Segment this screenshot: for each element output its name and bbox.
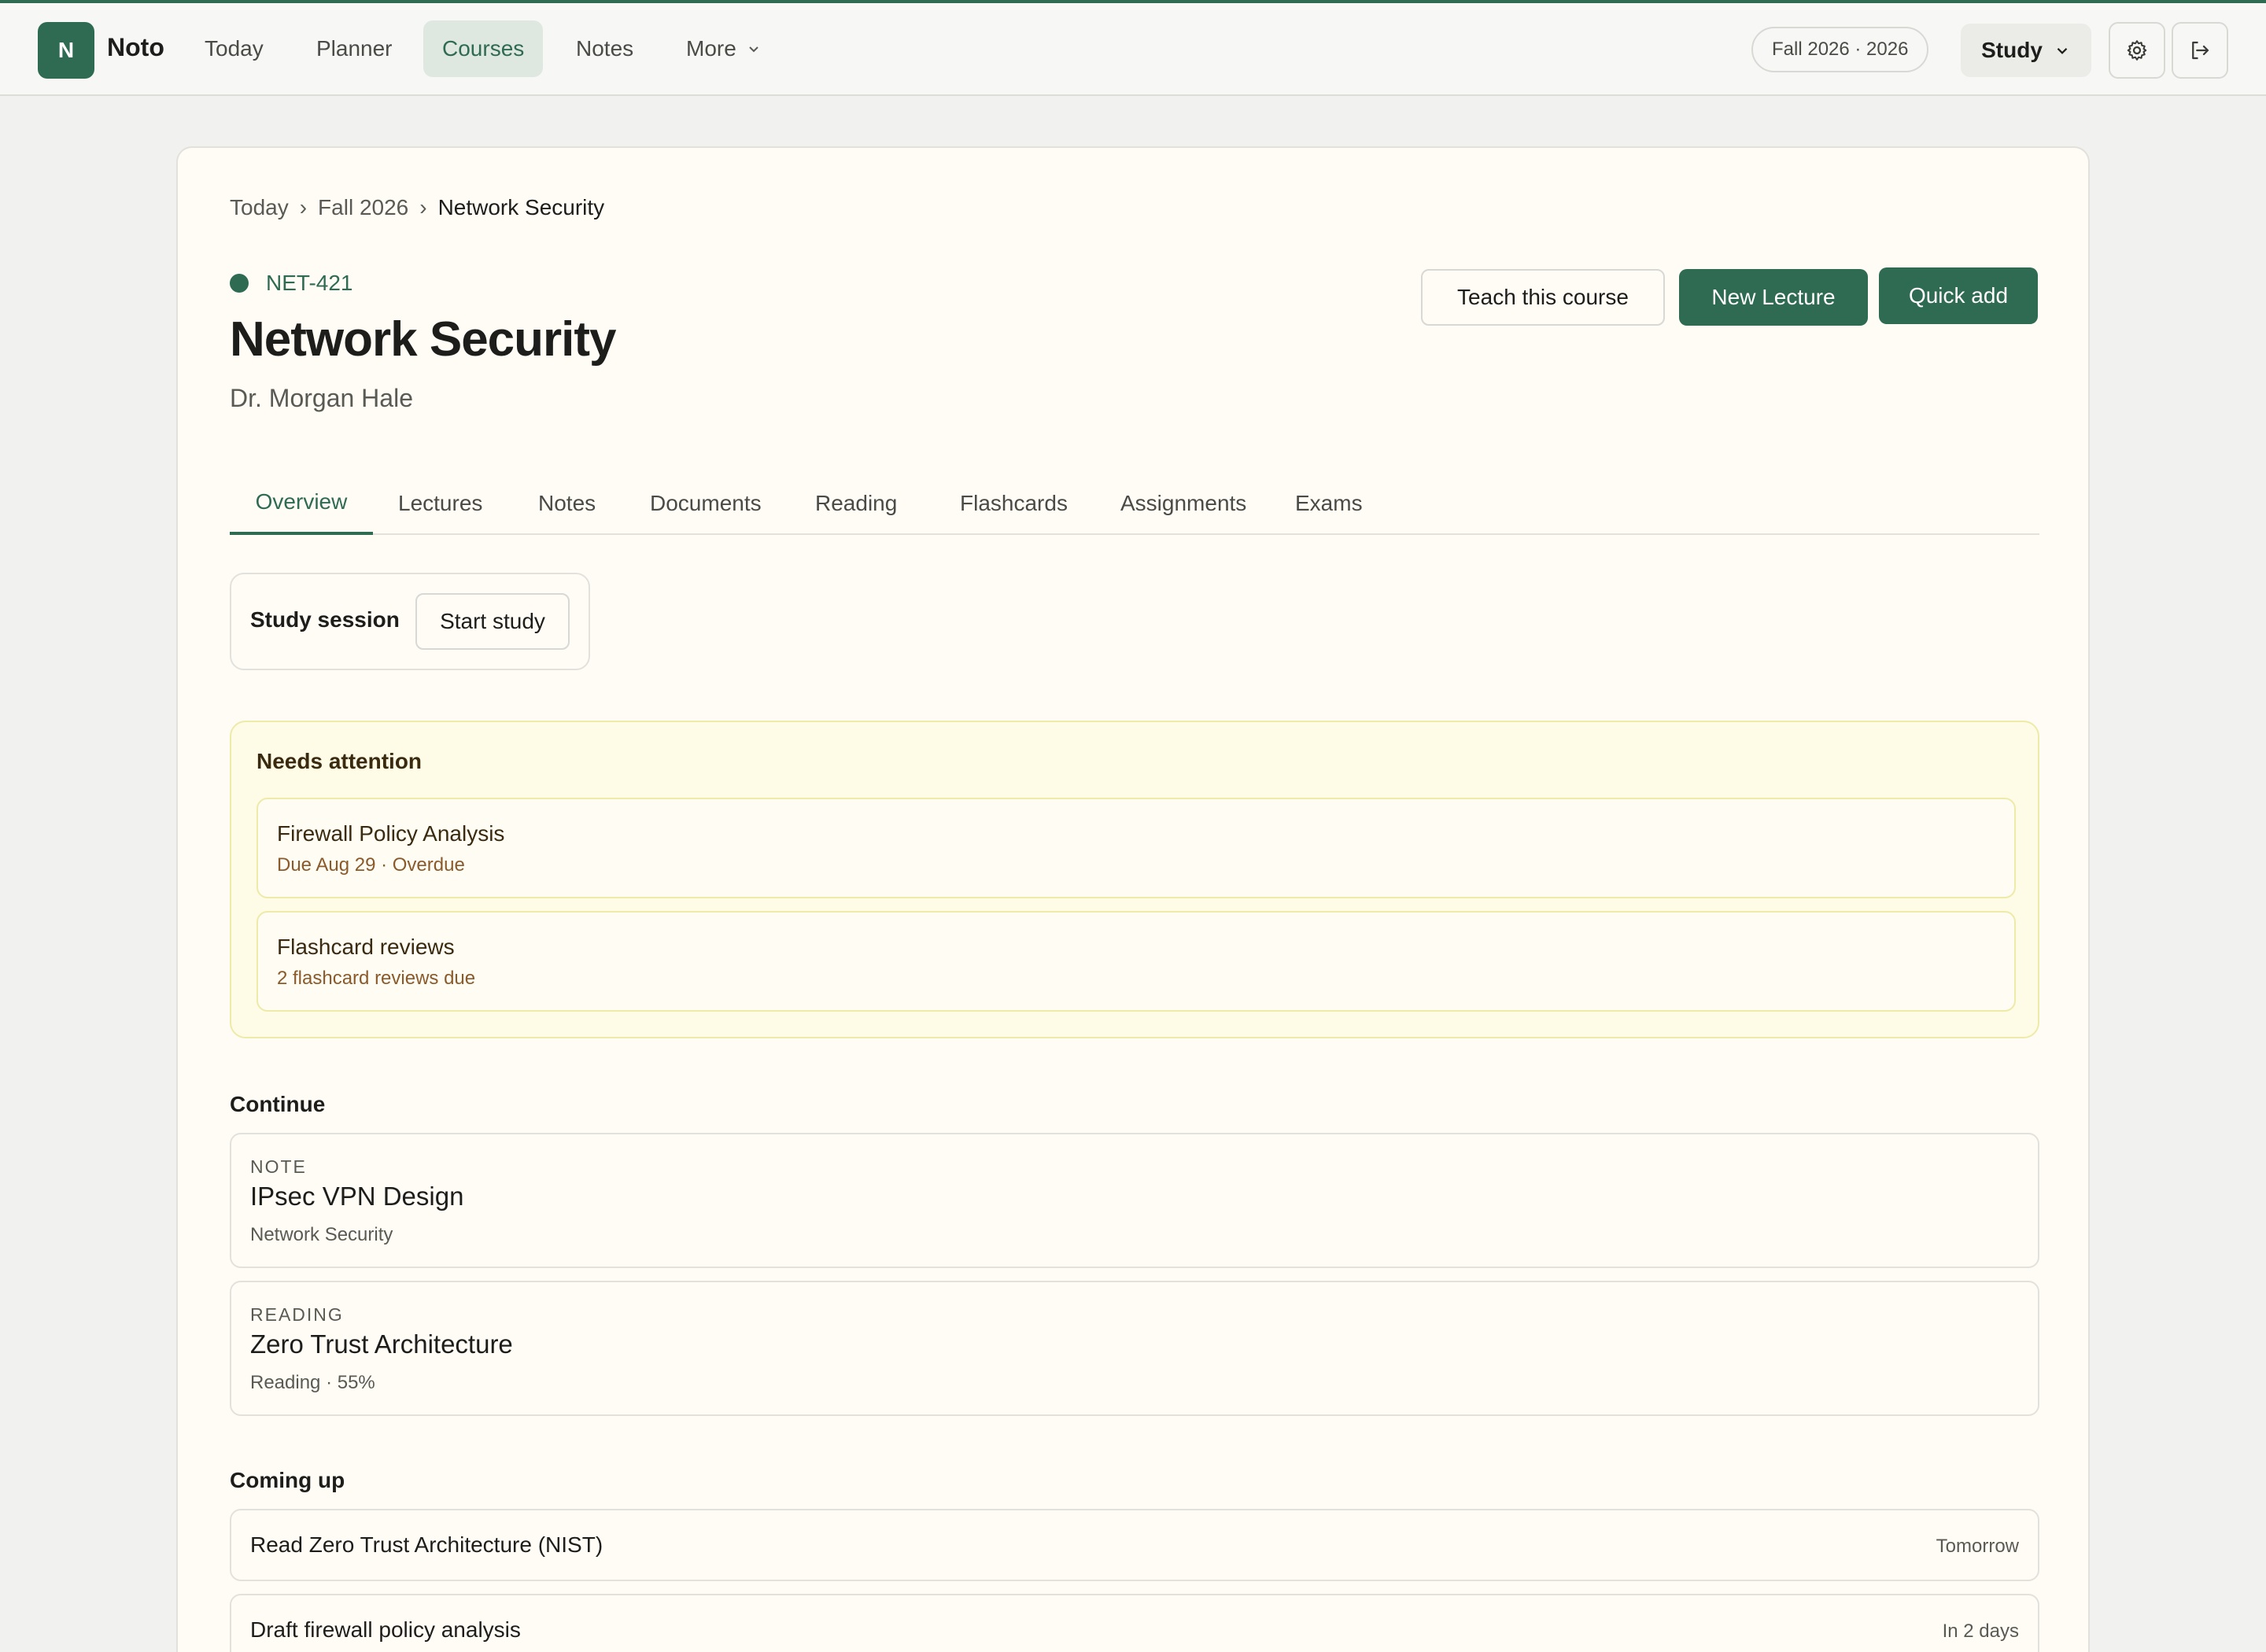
tab-overview[interactable]: Overview	[230, 472, 373, 535]
continue-item-kind: NOTE	[250, 1156, 307, 1177]
tab-exams[interactable]: Exams	[1295, 472, 1363, 535]
continue-item[interactable]: READING Zero Trust Architecture Reading …	[230, 1281, 2039, 1416]
nav-item-label: Today	[205, 36, 264, 61]
continue-item-subtitle: Reading · 55%	[250, 1372, 375, 1393]
start-study-button[interactable]: Start study	[415, 593, 570, 650]
course-color-dot	[230, 274, 249, 293]
nav-item-more[interactable]: More	[667, 20, 781, 77]
coming-up-item-title: Draft firewall policy analysis	[250, 1617, 521, 1642]
coming-up-heading: Coming up	[230, 1468, 345, 1492]
nav-item-label: Courses	[442, 36, 525, 61]
coming-up-item[interactable]: Read Zero Trust Architecture (NIST) Tomo…	[230, 1509, 2039, 1581]
course-code: NET-421	[230, 271, 353, 296]
quick-add-button[interactable]: Quick add	[1879, 267, 2038, 324]
top-navigation-bar: N Noto Today Planner Courses Notes More …	[0, 0, 2266, 96]
breadcrumb-separator: ›	[419, 195, 427, 219]
app-logo[interactable]: N	[38, 22, 94, 79]
attention-item[interactable]: Firewall Policy Analysis Due Aug 29 · Ov…	[256, 798, 2016, 898]
nav-item-planner[interactable]: Planner	[297, 20, 411, 77]
coming-up-item-when: Tomorrow	[1936, 1536, 2019, 1557]
mode-label: Study	[1981, 38, 2043, 62]
course-instructor: Dr. Morgan Hale	[230, 384, 413, 412]
page-title: Network Security	[230, 312, 617, 367]
breadcrumb-item-term[interactable]: Fall 2026	[318, 195, 408, 220]
tab-flashcards[interactable]: Flashcards	[960, 472, 1068, 535]
breadcrumb-item-today[interactable]: Today	[230, 195, 289, 220]
course-tabs: Overview Lectures Notes Documents Readin…	[230, 472, 2039, 535]
continue-item[interactable]: NOTE IPsec VPN Design Network Security	[230, 1133, 2039, 1268]
continue-item-title: IPsec VPN Design	[250, 1182, 464, 1211]
study-session-label: Study session	[250, 607, 400, 632]
study-session-panel: Study session Start study	[230, 573, 590, 670]
nav-item-today[interactable]: Today	[186, 20, 282, 77]
course-code-text: NET-421	[266, 271, 353, 295]
tab-assignments[interactable]: Assignments	[1120, 472, 1246, 535]
tab-notes[interactable]: Notes	[538, 472, 596, 535]
continue-item-subtitle: Network Security	[250, 1224, 393, 1245]
nav-item-label: Planner	[316, 36, 393, 61]
chevron-down-icon	[749, 46, 758, 53]
breadcrumb: Today › Fall 2026 › Network Security	[230, 195, 604, 220]
tab-documents[interactable]: Documents	[650, 472, 762, 535]
gear-icon	[2127, 40, 2147, 61]
attention-item-title: Flashcard reviews	[277, 935, 455, 959]
course-page-card: Today › Fall 2026 › Network Security NET…	[176, 146, 2090, 1652]
logout-icon	[2192, 41, 2209, 60]
nav-item-notes[interactable]: Notes	[557, 20, 652, 77]
coming-up-item-when: In 2 days	[1942, 1621, 2019, 1642]
continue-item-title: Zero Trust Architecture	[250, 1329, 513, 1359]
settings-button[interactable]	[2109, 22, 2165, 79]
continue-heading: Continue	[230, 1092, 326, 1116]
chevron-down-icon	[2057, 48, 2068, 54]
attention-item-title: Firewall Policy Analysis	[277, 821, 505, 846]
continue-item-kind: READING	[250, 1304, 344, 1325]
attention-item-subtitle: Due Aug 29 · Overdue	[277, 854, 465, 876]
attention-item-subtitle: 2 flashcard reviews due	[277, 968, 476, 989]
tab-reading[interactable]: Reading	[815, 472, 897, 535]
attention-item[interactable]: Flashcard reviews 2 flashcard reviews du…	[256, 911, 2016, 1012]
term-selector[interactable]: Fall 2026 · 2026	[1751, 27, 1929, 72]
nav-item-label: Notes	[576, 36, 634, 61]
mode-dropdown[interactable]: Study	[1961, 24, 2091, 77]
breadcrumb-separator: ›	[299, 195, 308, 219]
breadcrumb-item-current: Network Security	[437, 195, 605, 219]
app-name: Noto	[107, 33, 164, 61]
tab-lectures[interactable]: Lectures	[398, 472, 482, 535]
new-lecture-button[interactable]: New Lecture	[1679, 269, 1868, 326]
nav-item-courses[interactable]: Courses	[423, 20, 544, 77]
logout-button[interactable]	[2172, 22, 2228, 79]
nav-item-label: More	[686, 36, 736, 61]
teach-course-button[interactable]: Teach this course	[1421, 269, 1665, 326]
coming-up-item[interactable]: Draft firewall policy analysis In 2 days	[230, 1594, 2039, 1652]
needs-attention-title: Needs attention	[256, 749, 423, 773]
coming-up-item-title: Read Zero Trust Architecture (NIST)	[250, 1532, 603, 1557]
needs-attention-panel: Needs attention Firewall Policy Analysis…	[230, 721, 2039, 1038]
